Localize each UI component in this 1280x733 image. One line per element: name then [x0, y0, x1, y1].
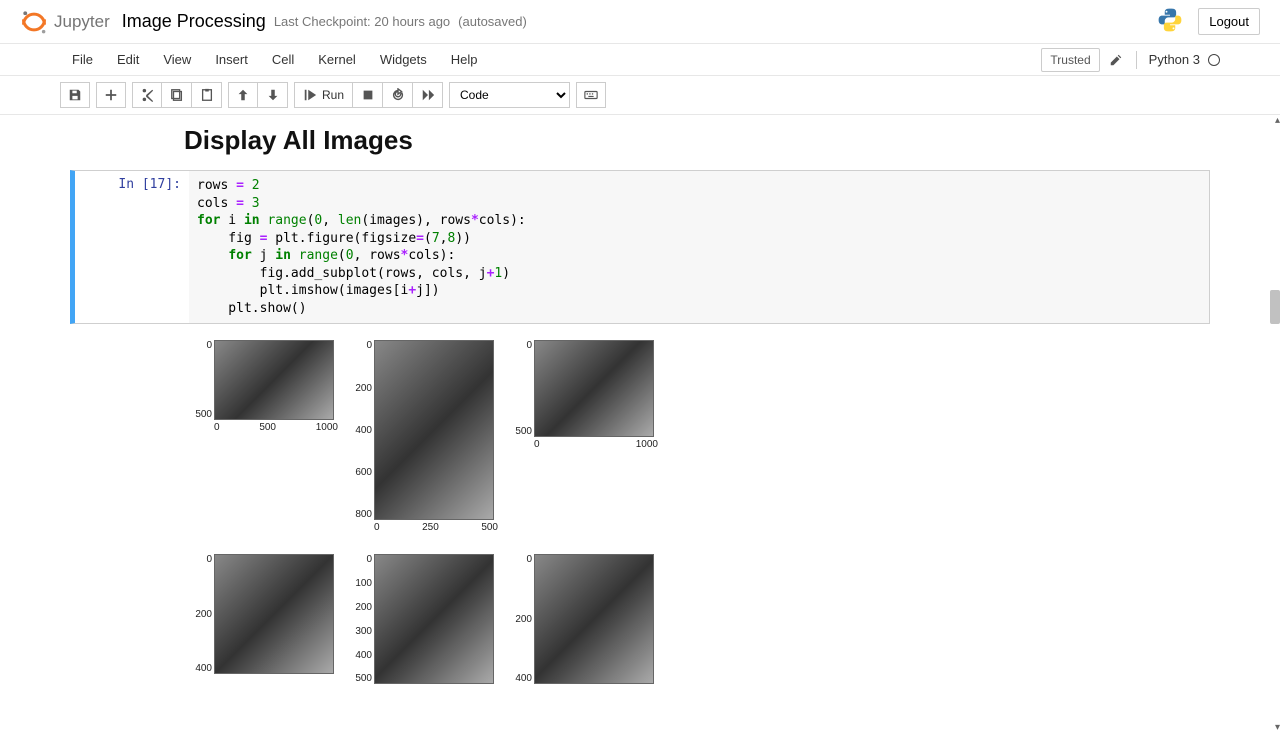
menu-view[interactable]: View — [151, 46, 203, 73]
menus: File Edit View Insert Cell Kernel Widget… — [60, 46, 490, 73]
scissors-icon — [140, 88, 154, 102]
restart-button[interactable] — [383, 82, 413, 108]
paste-icon — [200, 88, 214, 102]
code-input-area[interactable]: rows = 2cols = 3for i in range(0, len(im… — [189, 171, 1209, 323]
separator — [1136, 51, 1137, 69]
save-button[interactable] — [60, 82, 90, 108]
menu-cell[interactable]: Cell — [260, 46, 306, 73]
run-button[interactable]: Run — [294, 82, 353, 108]
menu-widgets[interactable]: Widgets — [368, 46, 439, 73]
plus-icon — [104, 88, 118, 102]
cell-type-select[interactable]: Code Markdown Raw NBConvert Heading — [449, 82, 570, 108]
output-area: 0500050010000200400600800025050005000100… — [70, 324, 1210, 708]
python-icon — [1156, 6, 1184, 37]
output-image — [214, 340, 334, 420]
copy-button[interactable] — [162, 82, 192, 108]
notebook-container: ▴ ▾ Display All Images In [17]: rows = 2… — [0, 115, 1280, 733]
restart-run-all-button[interactable] — [413, 82, 443, 108]
subplot: 02004006008000250500 — [344, 330, 504, 544]
jupyter-logo[interactable]: Jupyter — [20, 8, 110, 36]
output-image — [374, 340, 494, 520]
output-image — [534, 554, 654, 684]
fast-forward-icon — [421, 88, 435, 102]
menu-help[interactable]: Help — [439, 46, 490, 73]
menubar: File Edit View Insert Cell Kernel Widget… — [0, 44, 1280, 76]
edit-icon[interactable] — [1108, 52, 1124, 68]
menu-insert[interactable]: Insert — [203, 46, 260, 73]
menubar-right: Trusted Python 3 — [1041, 48, 1220, 72]
jupyter-icon — [20, 8, 48, 36]
keyboard-icon — [584, 88, 598, 102]
subplot: 050001000 — [504, 330, 664, 461]
subplot: 050005001000 — [184, 330, 344, 444]
scroll-up-icon[interactable]: ▴ — [1275, 115, 1280, 126]
header-right: Logout — [1156, 6, 1260, 37]
add-cell-button[interactable] — [96, 82, 126, 108]
kernel-name[interactable]: Python 3 — [1149, 52, 1200, 67]
output-image — [534, 340, 654, 437]
heading: Display All Images — [184, 125, 1210, 156]
input-prompt: In [17]: — [75, 171, 189, 323]
move-down-button[interactable] — [258, 82, 288, 108]
logo-text: Jupyter — [54, 12, 110, 32]
restart-icon — [391, 88, 405, 102]
move-up-button[interactable] — [228, 82, 258, 108]
cut-button[interactable] — [132, 82, 162, 108]
menu-edit[interactable]: Edit — [105, 46, 151, 73]
notebook: Display All Images In [17]: rows = 2cols… — [70, 125, 1210, 708]
subplot: 0200400 — [504, 544, 664, 708]
command-palette-button[interactable] — [576, 82, 606, 108]
arrow-down-icon — [266, 88, 280, 102]
output-image — [374, 554, 494, 684]
run-icon — [303, 88, 317, 102]
run-label: Run — [322, 88, 344, 102]
menu-file[interactable]: File — [60, 46, 105, 73]
arrow-up-icon — [236, 88, 250, 102]
markdown-cell[interactable]: Display All Images — [70, 125, 1210, 156]
scrollbar-thumb[interactable] — [1270, 290, 1280, 324]
interrupt-button[interactable] — [353, 82, 383, 108]
checkpoint-status: Last Checkpoint: 20 hours ago — [274, 14, 450, 29]
output-image — [214, 554, 334, 674]
paste-button[interactable] — [192, 82, 222, 108]
code-cell[interactable]: In [17]: rows = 2cols = 3for i in range(… — [70, 170, 1210, 324]
stop-icon — [361, 88, 375, 102]
autosave-status: (autosaved) — [458, 14, 527, 29]
subplot: 0100200300400500 — [344, 544, 504, 708]
logout-button[interactable]: Logout — [1198, 8, 1260, 35]
notebook-name[interactable]: Image Processing — [122, 11, 266, 32]
scroll-down-icon[interactable]: ▾ — [1275, 722, 1280, 733]
toolbar: Run Code Markdown Raw NBConvert Heading — [0, 76, 1280, 115]
kernel-indicator-icon — [1208, 54, 1220, 66]
header-bar: Jupyter Image Processing Last Checkpoint… — [0, 0, 1280, 44]
subplot: 0200400 — [184, 544, 344, 698]
trusted-indicator[interactable]: Trusted — [1041, 48, 1099, 72]
save-icon — [68, 88, 82, 102]
copy-icon — [170, 88, 184, 102]
menu-kernel[interactable]: Kernel — [306, 46, 368, 73]
